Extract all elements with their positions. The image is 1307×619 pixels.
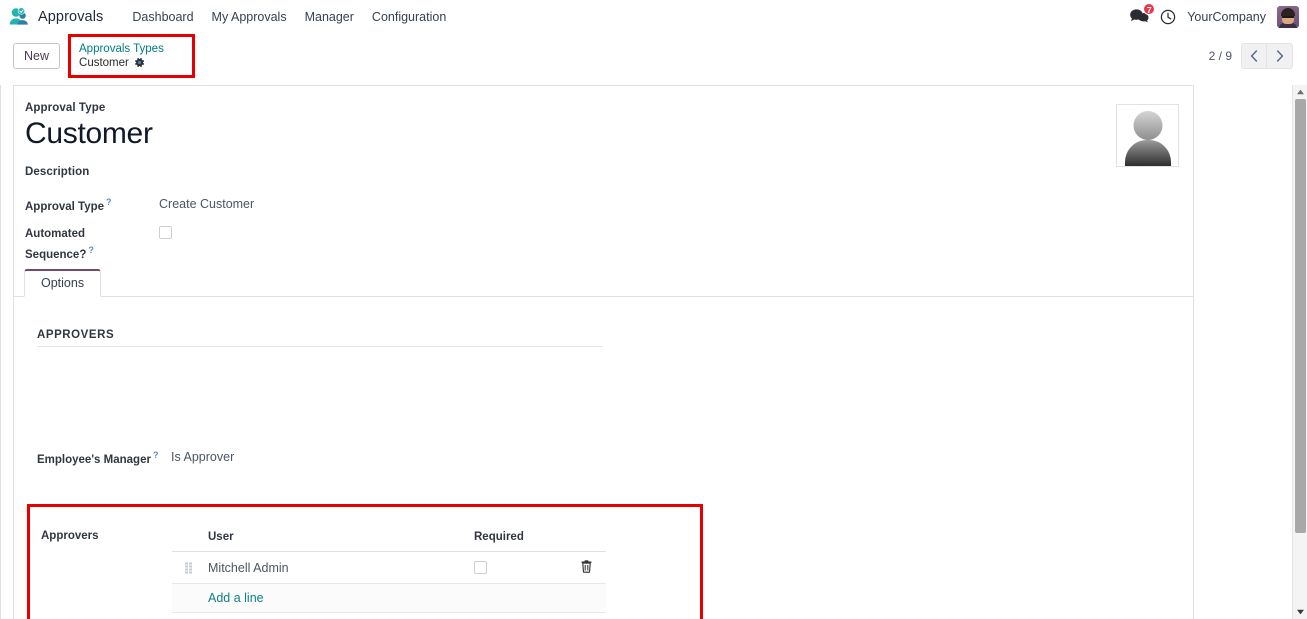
table-filler-row [172,612,606,619]
pager-count: 2 / 9 [1208,48,1232,63]
brand[interactable]: Approvals [8,6,104,27]
automated-sequence-checkbox[interactable] [159,226,172,239]
clock-icon[interactable] [1160,9,1176,25]
description-label: Description [25,166,90,178]
employees-manager-value[interactable]: Is Approver [171,450,234,464]
table-filler-cell [172,612,606,619]
breadcrumb: Approvals Types Customer [68,33,195,78]
help-tooltip-icon[interactable]: ? [153,450,159,460]
control-panel: New Approvals Types Customer 2 / 9 [0,33,1307,78]
top-navbar: Approvals Dashboard My Approvals Manager… [0,0,1307,33]
approvers-section-header: APPROVERS [37,329,603,347]
column-header-actions [566,527,606,552]
avatar-placeholder-icon[interactable] [1116,104,1179,167]
approvers-field-annotation-box: Approvers User Required Mitchell Admin A… [27,504,703,619]
menu-item-my-approvals[interactable]: My Approvals [203,6,296,28]
form-sheet: Approval Type Customer Description Appro… [13,85,1194,619]
drag-handle-icon[interactable] [185,562,193,573]
company-name[interactable]: YourCompany [1187,10,1266,24]
breadcrumb-current-label: Customer [79,56,129,69]
automated-sequence-label-text: Automated Sequence? [25,228,87,261]
column-header-required: Required [474,527,566,552]
cell-user-name[interactable]: Mitchell Admin [172,551,474,584]
approvers-table-header-row: User Required [172,527,606,552]
scrollbar-thumb[interactable] [1295,99,1306,533]
breadcrumb-current-row: Customer [79,56,164,70]
section-title-approvers: APPROVERS [37,329,603,347]
breadcrumb-parent-link[interactable]: Approvals Types [79,42,164,56]
avatar-placeholder-body [1124,140,1171,166]
messages-count-badge: 7 [1143,3,1156,15]
pager: 2 / 9 [1208,42,1307,69]
menu-item-dashboard[interactable]: Dashboard [123,6,202,28]
vertical-scrollbar[interactable] [1292,85,1307,619]
approval-type-field-label: Approval Type? [25,197,112,213]
add-line-cell[interactable]: Add a line [172,583,606,613]
avatar-placeholder-head [1133,111,1162,140]
approvers-table: User Required Mitchell Admin Add a line [172,527,606,619]
help-tooltip-icon[interactable]: ? [106,197,112,207]
main-menu: Dashboard My Approvals Manager Configura… [123,6,455,28]
menu-item-configuration[interactable]: Configuration [363,6,455,28]
form-sheet-inner: Approval Type Customer Description Appro… [14,86,1193,619]
brand-label: Approvals [38,8,104,25]
chevron-right-icon [1276,49,1283,62]
chevron-left-icon [1250,49,1258,62]
navbar-right-group: 7 YourCompany [1129,3,1307,28]
avatar-hair [1281,7,1295,16]
required-checkbox[interactable] [474,561,487,574]
approvers-table-head: User Required [172,527,606,552]
trash-icon[interactable] [580,559,593,576]
approval-type-value[interactable]: Create Customer [159,197,254,211]
gear-icon[interactable] [134,57,145,68]
page-title[interactable]: Customer [25,116,153,152]
pager-previous-button[interactable] [1241,42,1267,69]
notebook-tabs: Options [14,266,1193,297]
caret-up-icon[interactable] [1293,85,1307,99]
column-header-user: User [172,527,474,552]
sheet-left-border [0,85,1,619]
help-tooltip-icon[interactable]: ? [88,245,94,255]
new-button[interactable]: New [13,42,61,69]
add-line-row[interactable]: Add a line [172,583,606,613]
cell-user-name-text: Mitchell Admin [208,560,289,575]
chat-bubble-icon[interactable]: 7 [1129,3,1156,26]
cell-delete[interactable] [566,551,606,584]
cell-required[interactable] [474,551,566,584]
add-a-line-link[interactable]: Add a line [172,591,264,605]
table-row[interactable]: Mitchell Admin [172,551,606,584]
approval-type-field-label-text: Approval Type [25,200,105,213]
notebook: Options [14,266,1193,297]
avatar-glasses [1282,15,1294,20]
pager-next-button[interactable] [1267,42,1293,69]
tab-options[interactable]: Options [24,269,102,297]
approvers-table-body: Mitchell Admin Add a line [172,551,606,619]
employees-manager-label: Employee's Manager? [37,450,158,466]
approvers-field-label: Approvers [41,530,99,542]
approval-type-title-label: Approval Type [25,102,106,114]
caret-down-icon[interactable] [1293,605,1307,619]
automated-sequence-label: Automated Sequence?? [25,226,145,263]
approvals-people-check-icon [8,6,30,27]
employees-manager-label-text: Employee's Manager [37,453,151,466]
user-avatar[interactable] [1277,5,1299,28]
menu-item-manager[interactable]: Manager [296,6,363,28]
